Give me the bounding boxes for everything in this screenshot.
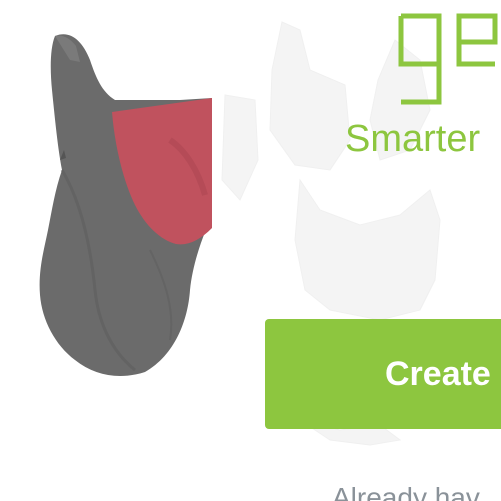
app-screen: ge Smarter Create Already hav bbox=[0, 0, 501, 501]
tagline: Smarter bbox=[345, 118, 481, 160]
bg-mask-silhouette bbox=[294, 178, 441, 321]
face-mask-product-image bbox=[0, 0, 212, 400]
bg-mask-silhouette bbox=[221, 94, 259, 201]
bg-mask-silhouette bbox=[269, 21, 351, 171]
brand-logo: ge bbox=[395, 2, 498, 105]
face-mask-icon bbox=[39, 34, 212, 377]
create-account-button[interactable]: Create bbox=[265, 319, 501, 429]
brand-logo-text: ge bbox=[395, 2, 397, 3]
signin-link[interactable]: Already hav bbox=[332, 481, 480, 501]
